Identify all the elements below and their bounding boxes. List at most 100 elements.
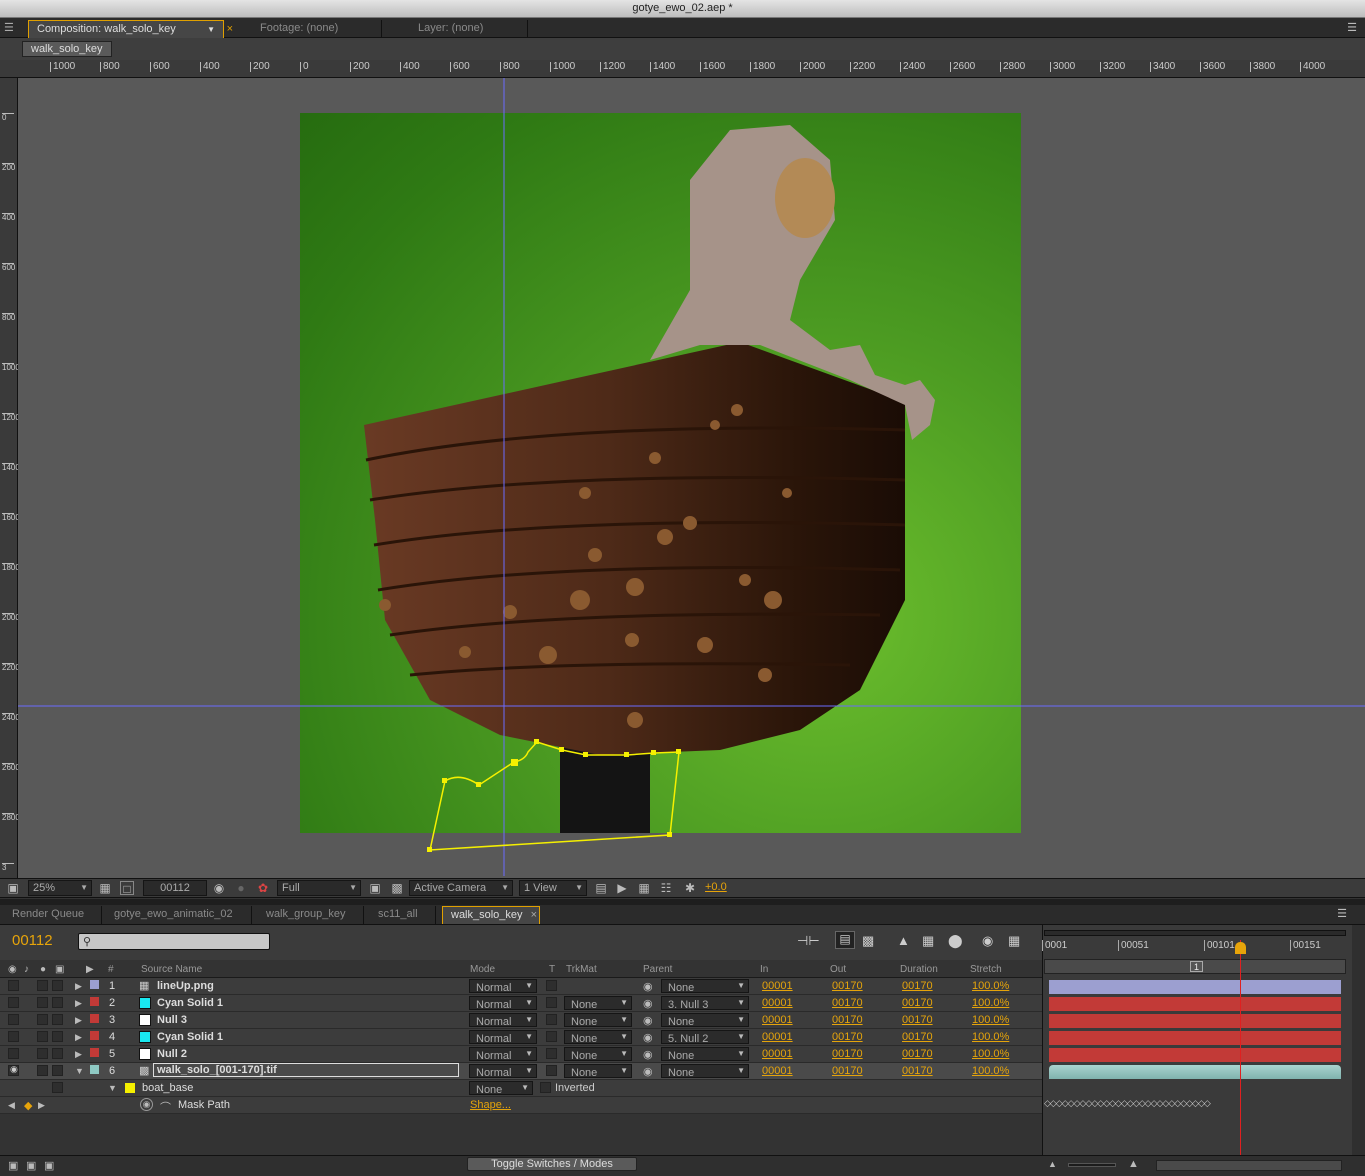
label-color[interactable] xyxy=(90,1048,99,1057)
add-keyframe-icon[interactable]: ◆ xyxy=(24,1099,32,1112)
chevron-right-icon[interactable]: ▶ xyxy=(75,1015,82,1026)
col-t[interactable]: T xyxy=(549,964,555,975)
timeline-vertical-scrollbar[interactable] xyxy=(1352,925,1365,1155)
inverted-checkbox[interactable] xyxy=(540,1082,551,1093)
graph-icon[interactable]: ⌒ xyxy=(160,1099,171,1115)
composition-mini-flowchart-icon[interactable]: ⊣⊢ xyxy=(797,933,820,949)
in-point[interactable]: 00001 xyxy=(762,1048,793,1060)
duration[interactable]: 00170 xyxy=(902,1048,933,1060)
chevron-right-icon[interactable]: ▶ xyxy=(75,1049,82,1060)
layer-row[interactable]: ▶ 4 Cyan Solid 1 Normal None ◉ 5. Null 2 00001 0… xyxy=(0,1029,1042,1046)
lock-switch[interactable] xyxy=(52,1014,63,1025)
solo-switch[interactable] xyxy=(37,997,48,1008)
in-point[interactable]: 00001 xyxy=(762,997,793,1009)
preserve-transparency-switch[interactable] xyxy=(546,997,557,1008)
view-layout-select[interactable]: 1 View ▼ xyxy=(519,880,587,896)
channel-icon[interactable]: ✿ xyxy=(256,881,270,895)
layer-row[interactable]: ▶ 2 Cyan Solid 1 Normal None ◉ 3. Null 3 00001 0… xyxy=(0,995,1042,1012)
chevron-right-icon[interactable]: ▶ xyxy=(75,998,82,1009)
mask-shape-value[interactable]: Shape... xyxy=(470,1099,511,1111)
eye-icon[interactable]: ◉ xyxy=(8,1064,19,1076)
tab-walk-group-key[interactable]: walk_group_key xyxy=(258,906,364,924)
col-stretch[interactable]: Stretch xyxy=(970,964,1002,975)
current-time-indicator[interactable] xyxy=(1235,942,1246,954)
layer-name[interactable]: Cyan Solid 1 xyxy=(157,1031,223,1043)
pick-whip-icon[interactable]: ◉ xyxy=(643,1031,653,1044)
duration[interactable]: 00170 xyxy=(902,1014,933,1026)
tab-gotye-ewo-animatic[interactable]: gotye_ewo_animatic_02 xyxy=(106,906,252,924)
brainstorm-icon[interactable]: ⬤ xyxy=(948,933,963,949)
graph-editor-icon[interactable]: ▦ xyxy=(1008,933,1020,949)
solo-switch[interactable] xyxy=(37,1031,48,1042)
solo-switch[interactable] xyxy=(37,1014,48,1025)
layer-row[interactable]: ▶ 1 ▦ lineUp.png Normal ◉ None 00001 00170 00170 1… xyxy=(0,978,1042,995)
pick-whip-icon[interactable]: ◉ xyxy=(643,1048,653,1061)
safe-zones-icon[interactable]: ▦ xyxy=(98,881,112,895)
mask-path-row[interactable]: ◀ ◆ ▶ ◉ ⌒ Mask Path Shape... xyxy=(0,1097,1042,1114)
exposure-value[interactable]: +0.0 xyxy=(705,881,727,893)
mask-row[interactable]: ▼ boat_base None Inverted xyxy=(0,1080,1042,1097)
search-input[interactable]: ⚲ xyxy=(78,933,270,950)
parent-select[interactable]: 5. Null 2 xyxy=(661,1030,749,1045)
in-point[interactable]: 00001 xyxy=(762,1031,793,1043)
label-color[interactable] xyxy=(90,1065,99,1074)
layer-bar[interactable] xyxy=(1049,1065,1341,1079)
layer-bar[interactable] xyxy=(1049,980,1341,994)
tab-render-queue[interactable]: Render Queue xyxy=(4,906,102,924)
expand-layer-switches-icon[interactable]: ▣ xyxy=(8,1159,18,1172)
duration[interactable]: 00170 xyxy=(902,980,933,992)
out-point[interactable]: 00170 xyxy=(832,980,863,992)
lock-switch[interactable] xyxy=(52,997,63,1008)
mode-select[interactable]: Normal xyxy=(469,1047,537,1062)
duration[interactable]: 00170 xyxy=(902,997,933,1009)
preserve-transparency-switch[interactable] xyxy=(546,1065,557,1076)
video-switch[interactable] xyxy=(8,997,19,1008)
zoom-out-icon[interactable]: ▲ xyxy=(1048,1159,1057,1169)
mode-select[interactable]: Normal xyxy=(469,1064,537,1079)
tab-sc11-all[interactable]: sc11_all xyxy=(370,906,436,924)
col-in[interactable]: In xyxy=(760,964,768,975)
chevron-right-icon[interactable]: ▶ xyxy=(75,981,82,992)
layer-name[interactable]: Null 3 xyxy=(157,1014,187,1026)
video-switch[interactable] xyxy=(8,1048,19,1059)
layer-row[interactable]: ▶ 5 Null 2 Normal None ◉ None 00001 00170 00170 10… xyxy=(0,1046,1042,1063)
next-keyframe-icon[interactable]: ▶ xyxy=(38,1100,45,1111)
hide-shy-layers-icon[interactable]: ▩ xyxy=(862,933,874,949)
exposure-reset-icon[interactable]: ✱ xyxy=(683,881,697,895)
lock-switch[interactable] xyxy=(52,1065,63,1076)
layer-name[interactable]: Null 2 xyxy=(157,1048,187,1060)
layer-name[interactable]: walk_solo_[001-170].tif xyxy=(153,1063,459,1077)
current-time-field[interactable]: 00112 xyxy=(143,880,207,896)
zoom-select[interactable]: 25% ▼ xyxy=(28,880,92,896)
video-switch[interactable] xyxy=(8,1031,19,1042)
stretch[interactable]: 100.0% xyxy=(972,1014,1009,1026)
zoom-slider[interactable] xyxy=(1068,1163,1116,1167)
fast-previews-icon[interactable]: ▶ xyxy=(615,881,629,895)
out-point[interactable]: 00170 xyxy=(832,1014,863,1026)
mask-switch[interactable] xyxy=(52,1082,63,1093)
parent-select[interactable]: None xyxy=(661,979,749,994)
transparency-grid-icon[interactable]: ▩ xyxy=(390,881,404,895)
col-mode[interactable]: Mode xyxy=(470,964,495,975)
flowchart-icon[interactable]: ☷ xyxy=(659,881,673,895)
col-number[interactable]: # xyxy=(108,964,114,975)
stretch[interactable]: 100.0% xyxy=(972,997,1009,1009)
layer-bar[interactable] xyxy=(1049,1014,1341,1028)
timeline-icon[interactable]: ▦ xyxy=(637,881,651,895)
trkmat-select[interactable]: None xyxy=(564,1013,632,1028)
label-color[interactable] xyxy=(90,980,99,989)
mode-select[interactable]: Normal xyxy=(469,1030,537,1045)
toggle-switches-modes-button[interactable]: Toggle Switches / Modes xyxy=(467,1157,637,1171)
layer-name[interactable]: Cyan Solid 1 xyxy=(157,997,223,1009)
layer-bar[interactable] xyxy=(1049,1031,1341,1045)
panel-menu-icon[interactable]: ☰ xyxy=(1337,907,1347,920)
motion-blur-icon[interactable]: ▦ xyxy=(922,933,934,949)
col-out[interactable]: Out xyxy=(830,964,846,975)
stretch[interactable]: 100.0% xyxy=(972,980,1009,992)
layer-bar[interactable] xyxy=(1049,1048,1341,1062)
stretch[interactable]: 100.0% xyxy=(972,1048,1009,1060)
stretch[interactable]: 100.0% xyxy=(972,1031,1009,1043)
label-color[interactable] xyxy=(90,1031,99,1040)
duration[interactable]: 00170 xyxy=(902,1065,933,1077)
mode-select[interactable]: Normal xyxy=(469,979,537,994)
